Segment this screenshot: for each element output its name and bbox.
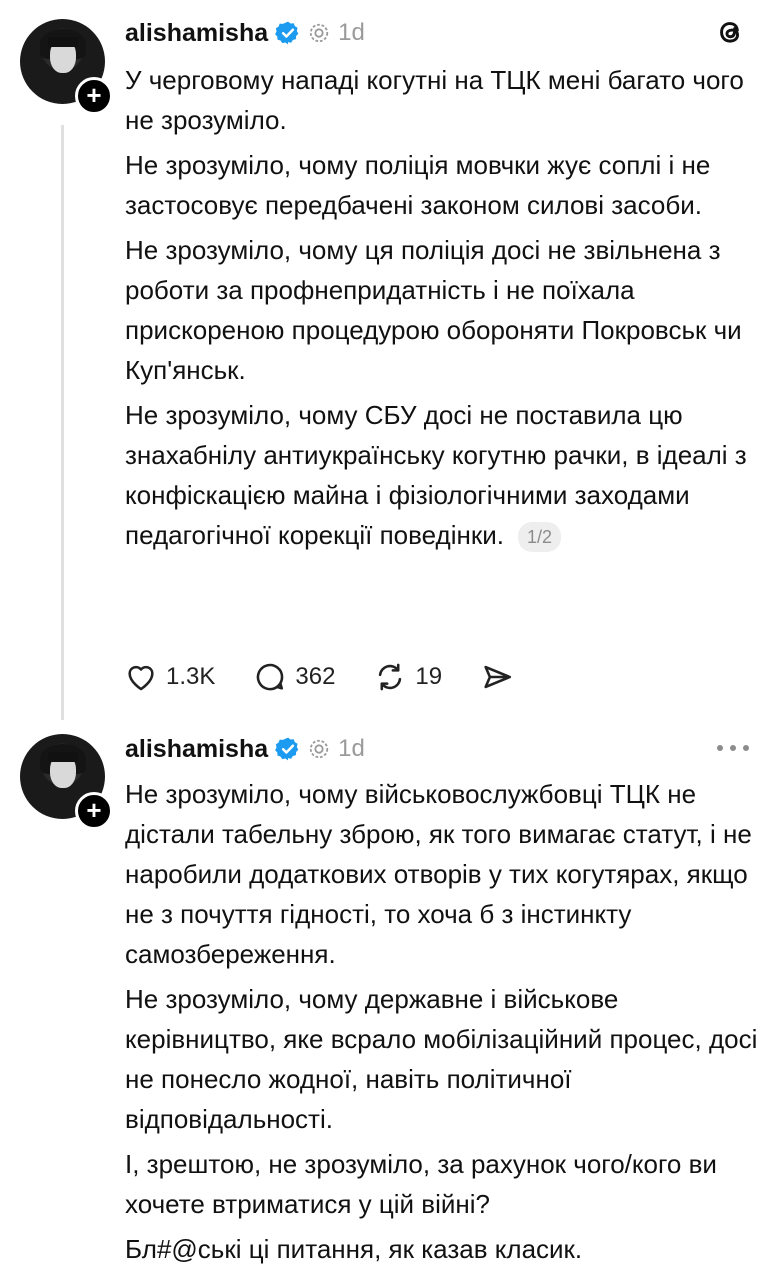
heart-icon xyxy=(128,665,154,691)
page-indicator: 1/2 xyxy=(517,522,561,553)
repost-icon xyxy=(379,663,402,691)
post-paragraph: Не зрозуміло, чому ця поліція досі не зв… xyxy=(125,235,742,385)
post-1: + alishamisha 1d У черговому нападі когу… xyxy=(0,0,778,720)
post-time: 1d xyxy=(338,735,365,762)
follow-plus-button[interactable]: + xyxy=(75,792,113,830)
share-button[interactable] xyxy=(480,660,514,694)
threads-logo-icon[interactable] xyxy=(712,14,748,50)
comment-button[interactable]: 362 xyxy=(253,660,335,694)
comment-count: 362 xyxy=(295,663,336,690)
like-count: 1.3K xyxy=(166,663,216,690)
post-header: alishamisha 1d xyxy=(125,17,365,49)
more-options-icon[interactable] xyxy=(716,741,750,755)
post-paragraph: І, зрештою, не зрозуміло, за рахунок чог… xyxy=(125,1149,717,1219)
avatar-bangs xyxy=(48,37,78,47)
verified-badge-icon xyxy=(275,21,299,45)
post-header: alishamisha 1d xyxy=(125,733,365,765)
post-paragraph: Бл#@ські ці питання, як казав класик. xyxy=(125,1234,583,1264)
post-body: У черговому нападі когутні на ТЦК мені б… xyxy=(125,60,765,560)
share-icon xyxy=(484,665,512,689)
username[interactable]: alishamisha xyxy=(125,19,268,48)
post-paragraph: Не зрозуміло, чому військовослужбовці ТЦ… xyxy=(125,779,752,969)
post-2: + alishamisha 1d Не зрозуміло, чому війс… xyxy=(0,720,778,1280)
post-paragraph-text: Не зрозуміло, чому СБУ досі не поставила… xyxy=(125,400,747,550)
verified-badge-icon xyxy=(275,737,299,761)
comment-icon xyxy=(257,663,284,691)
like-button[interactable]: 1.3K xyxy=(124,660,215,694)
thread-connector-line xyxy=(61,125,64,720)
threads-ring-icon xyxy=(309,23,329,43)
post-paragraph: Не зрозуміло, чому СБУ досі не поставила… xyxy=(125,395,765,555)
repost-button[interactable]: 19 xyxy=(373,660,442,694)
post-paragraph: Не зрозуміло, чому державне і військове … xyxy=(125,984,758,1134)
repost-count: 19 xyxy=(415,663,443,690)
avatar-bangs xyxy=(48,752,78,762)
post-time: 1d xyxy=(338,19,365,46)
username[interactable]: alishamisha xyxy=(125,735,268,764)
post-paragraph: Не зрозуміло, чому поліція мовчки жує со… xyxy=(125,150,711,220)
post-paragraph: У черговому нападі когутні на ТЦК мені б… xyxy=(125,65,744,135)
post-body: Не зрозуміло, чому військовослужбовці ТЦ… xyxy=(125,774,765,1274)
follow-plus-button[interactable]: + xyxy=(75,77,113,115)
post-actions: 1.3K 362 19 xyxy=(124,657,552,697)
threads-ring-icon xyxy=(309,739,329,759)
